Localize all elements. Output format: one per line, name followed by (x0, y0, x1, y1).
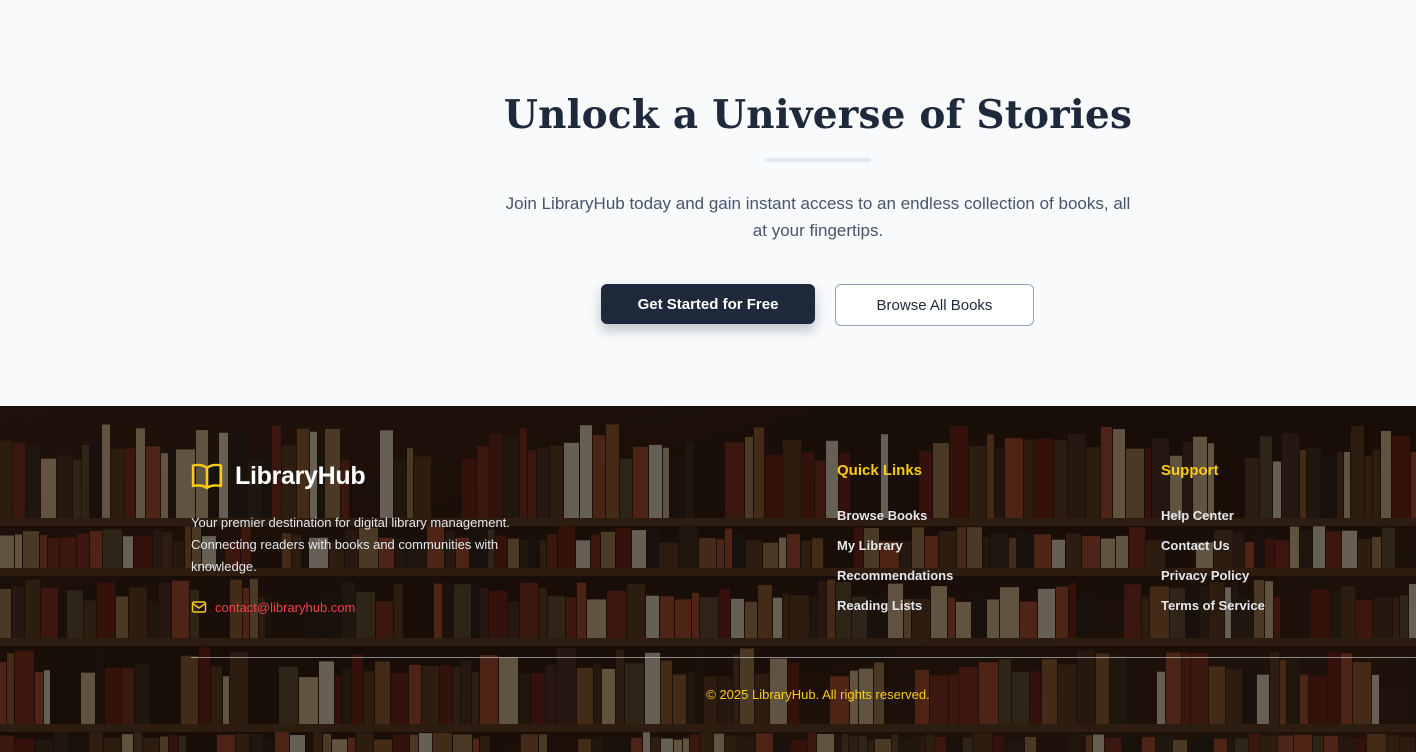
quick-links-heading: Quick Links (837, 462, 923, 479)
brand-description: Your premier destination for digital lib… (191, 515, 510, 574)
support-column: Support Help Center Contact Us Privacy P… (1161, 462, 1265, 621)
cta-title: Unlock a Universe of Stories (503, 92, 1133, 138)
quick-links-column: Quick Links Browse Books My Library Reco… (837, 462, 953, 621)
footer-divider (191, 657, 1416, 658)
mail-icon (191, 601, 207, 613)
site-footer: LibraryHub Your premier destination for … (0, 406, 1416, 752)
cta-subtitle: Join LibraryHub today and gain instant a… (505, 194, 1131, 240)
open-book-icon (191, 463, 223, 490)
footer-link-my-library[interactable]: My Library (837, 531, 953, 561)
copyright-text: © 2025 LibraryHub. All rights reserved. (706, 687, 930, 702)
footer-link-privacy-policy[interactable]: Privacy Policy (1161, 561, 1265, 591)
footer-link-browse-books[interactable]: Browse Books (837, 501, 953, 531)
footer-link-reading-lists[interactable]: Reading Lists (837, 591, 953, 621)
brand-name: LibraryHub (235, 461, 366, 490)
footer-brand[interactable]: LibraryHub (191, 460, 366, 492)
browse-all-books-button[interactable]: Browse All Books (835, 284, 1034, 326)
title-underline (764, 158, 871, 162)
footer-link-terms-of-service[interactable]: Terms of Service (1161, 591, 1265, 621)
get-started-button[interactable]: Get Started for Free (601, 284, 815, 324)
footer-link-help-center[interactable]: Help Center (1161, 501, 1265, 531)
contact-email-row[interactable]: contact@libraryhub.com (191, 599, 355, 615)
footer-link-contact-us[interactable]: Contact Us (1161, 531, 1265, 561)
contact-email-link[interactable]: contact@libraryhub.com (215, 600, 355, 615)
support-heading: Support (1161, 462, 1219, 479)
footer-link-recommendations[interactable]: Recommendations (837, 561, 953, 591)
cta-section: Unlock a Universe of Stories Join Librar… (0, 0, 1416, 406)
